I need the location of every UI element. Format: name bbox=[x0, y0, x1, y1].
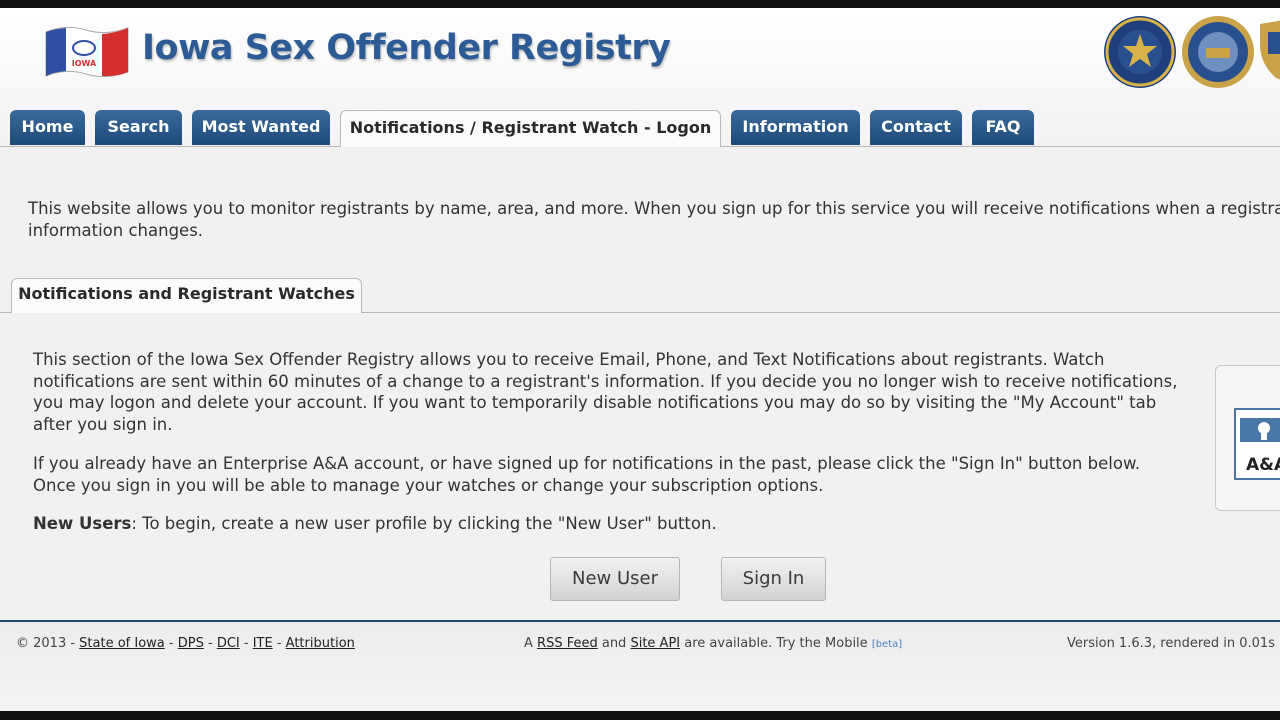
link-state-of-iowa[interactable]: State of Iowa bbox=[79, 636, 165, 651]
tab-notifications[interactable]: Notifications / Registrant Watch - Logon bbox=[340, 110, 721, 147]
intro-text: This website allows you to monitor regis… bbox=[28, 199, 1280, 240]
copyright-text: © 2013 - bbox=[16, 636, 80, 651]
tab-search[interactable]: Search bbox=[95, 110, 182, 145]
footer-separator: - bbox=[203, 636, 217, 651]
sign-in-instructions: If you already have an Enterprise A&A ac… bbox=[33, 454, 1141, 495]
feeds-suffix: are available. Try the Mobile bbox=[680, 636, 872, 651]
svg-text:IOWA: IOWA bbox=[72, 59, 97, 68]
tab-information[interactable]: Information bbox=[731, 110, 860, 145]
new-users-label: New Users bbox=[33, 514, 132, 533]
tab-notifications-watches[interactable]: Notifications and Registrant Watches bbox=[11, 278, 362, 313]
version-info: Version 1.6.3, rendered in 0.01s bbox=[1067, 636, 1275, 651]
section-tabs: Notifications and Registrant Watches bbox=[0, 278, 1280, 313]
mobile-beta-link[interactable]: [beta] bbox=[872, 639, 902, 650]
section-description: This section of the Iowa Sex Offender Re… bbox=[33, 350, 1178, 434]
link-dci[interactable]: DCI bbox=[217, 636, 240, 651]
new-users-text: : To begin, create a new user profile by… bbox=[131, 514, 717, 533]
badge-icon bbox=[1260, 20, 1280, 80]
site-title: Iowa Sex Offender Registry bbox=[142, 28, 671, 68]
footer-links: © 2013 - State of Iowa - DPS - DCI - ITE… bbox=[16, 636, 355, 651]
link-attribution[interactable]: Attribution bbox=[286, 636, 355, 651]
main-nav: Home Search Most Wanted Notifications / … bbox=[0, 110, 1280, 147]
footer-feeds: A RSS Feed and Site API are available. T… bbox=[524, 636, 902, 651]
tab-most-wanted[interactable]: Most Wanted bbox=[192, 110, 330, 145]
lock-icon bbox=[1240, 418, 1280, 442]
link-dps[interactable]: DPS bbox=[178, 636, 204, 651]
tab-contact[interactable]: Contact bbox=[870, 110, 962, 145]
link-rss-feed[interactable]: RSS Feed bbox=[537, 636, 598, 651]
footer-separator: - bbox=[164, 636, 178, 651]
aa-login-panel[interactable]: A&A bbox=[1215, 365, 1280, 511]
footer-separator: - bbox=[239, 636, 253, 651]
new-users-note: New Users: To begin, create a new user p… bbox=[33, 513, 1183, 535]
tab-home[interactable]: Home bbox=[10, 110, 85, 145]
browser-viewport: IOWA Iowa Sex Offender Registry Home Sea… bbox=[0, 8, 1280, 711]
link-site-api[interactable]: Site API bbox=[630, 636, 680, 651]
site-footer: © 2013 - State of Iowa - DPS - DCI - ITE… bbox=[0, 622, 1280, 711]
aa-label: A&A bbox=[1246, 455, 1280, 475]
feeds-prefix: A bbox=[524, 636, 538, 651]
state-seal-icon bbox=[1182, 16, 1254, 88]
new-user-button[interactable]: New User bbox=[550, 557, 680, 601]
dps-seal-icon bbox=[1104, 16, 1176, 88]
footer-separator: - bbox=[272, 636, 286, 651]
tab-faq[interactable]: FAQ bbox=[972, 110, 1034, 145]
iowa-flag-icon[interactable]: IOWA bbox=[44, 22, 130, 80]
feeds-and: and bbox=[597, 636, 631, 651]
sign-in-button[interactable]: Sign In bbox=[721, 557, 826, 601]
link-ite[interactable]: ITE bbox=[253, 636, 273, 651]
